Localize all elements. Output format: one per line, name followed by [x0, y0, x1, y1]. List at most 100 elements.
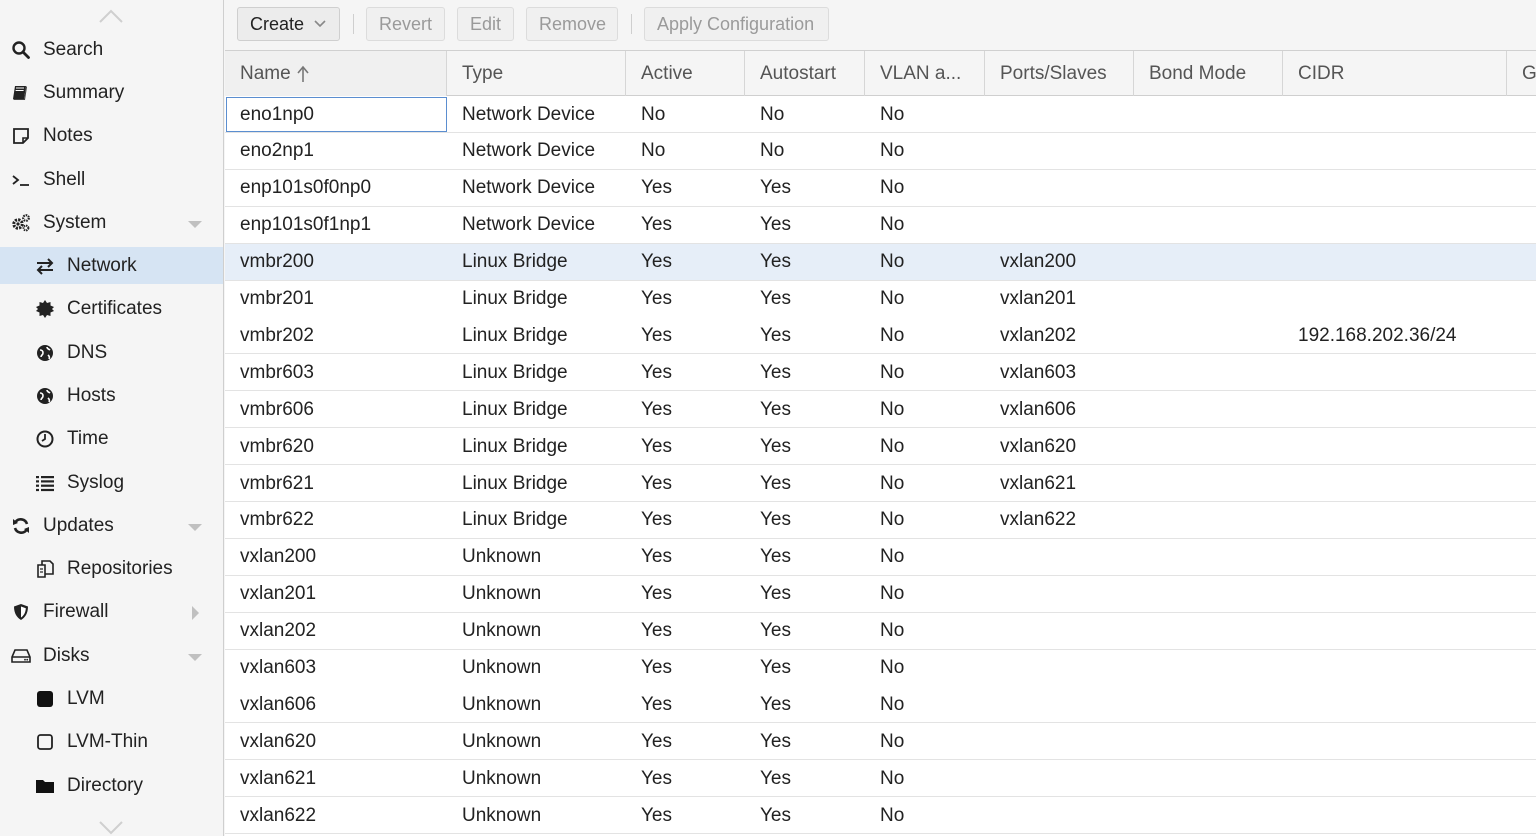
sidebar-item-repositories[interactable]: Repositories	[0, 550, 223, 587]
cell-name: vxlan620	[240, 730, 317, 752]
sidebar-item-time[interactable]: Time	[0, 420, 223, 457]
sidebar-item-label: Summary	[43, 81, 125, 103]
table-row[interactable]: vxlan202 Unknown Yes Yes No	[225, 612, 1536, 650]
cell-ports-slaves	[985, 539, 1134, 576]
note-icon	[10, 125, 32, 147]
column-header-vlan-a[interactable]: VLAN a...	[865, 51, 985, 96]
sidebar-item-label: Network	[67, 254, 137, 276]
cell-vlan-aware: No	[880, 767, 905, 789]
create-button[interactable]: Create	[237, 7, 340, 41]
sidebar-item-label: Updates	[43, 514, 114, 536]
remove-button[interactable]: Remove	[526, 7, 618, 41]
sidebar-item-notes[interactable]: Notes	[0, 117, 223, 154]
cell-bond-mode	[1134, 797, 1283, 834]
sidebar-item-syslog[interactable]: Syslog	[0, 464, 223, 501]
cell-vlan-aware: No	[880, 288, 905, 309]
cell-vlan-aware: No	[880, 583, 905, 605]
expander-down-icon[interactable]	[187, 518, 203, 532]
table-row[interactable]: enp101s0f1np1 Network Device Yes Yes No	[225, 206, 1536, 244]
table-row[interactable]: vmbr202 Linux Bridge Yes Yes No vxlan202 192.1…	[225, 317, 1536, 355]
scroll-up-icon[interactable]	[98, 6, 124, 26]
chevron-down-icon	[314, 20, 326, 28]
cell-vlan-aware: No	[880, 324, 905, 346]
column-header-name[interactable]: Name	[225, 51, 447, 96]
cell-name: eno2np1	[240, 140, 314, 162]
column-header-autostart[interactable]: Autostart	[745, 51, 865, 96]
cell-autostart: Yes	[760, 583, 791, 605]
table-row[interactable]: eno1np0 Network Device No No No	[225, 96, 1536, 133]
cell-bond-mode	[1134, 170, 1283, 207]
table-row[interactable]: vxlan603 Unknown Yes Yes No	[225, 649, 1536, 687]
cell-type: Linux Bridge	[462, 398, 568, 420]
column-header-cidr[interactable]: CIDR	[1283, 51, 1507, 96]
column-header-ports-slaves[interactable]: Ports/Slaves	[985, 51, 1134, 96]
expander-right-icon[interactable]	[187, 604, 203, 620]
scroll-down-icon[interactable]	[98, 818, 124, 836]
network-grid: Name Type Active Autostart VLAN a... Ports/Sl…	[225, 51, 1536, 836]
apply-configuration-button[interactable]: Apply Configuration	[644, 7, 829, 41]
cell-ports-slaves	[985, 96, 1134, 133]
exchange-icon	[34, 255, 56, 277]
cell-bond-mode	[1134, 281, 1283, 318]
table-row[interactable]: vmbr606 Linux Bridge Yes Yes No vxlan606	[225, 391, 1536, 429]
table-row[interactable]: vmbr620 Linux Bridge Yes Yes No vxlan620	[225, 428, 1536, 466]
cell-active: Yes	[641, 288, 672, 309]
sidebar-item-firewall[interactable]: Firewall	[0, 593, 223, 630]
column-header-g[interactable]: G	[1507, 51, 1536, 96]
table-row[interactable]: vxlan606 Unknown Yes Yes No	[225, 686, 1536, 724]
table-row[interactable]: vmbr622 Linux Bridge Yes Yes No vxlan622	[225, 501, 1536, 539]
cell-active: Yes	[641, 177, 672, 199]
cell-name: enp101s0f1np1	[240, 214, 372, 236]
toolbar-separator	[353, 14, 354, 34]
sidebar-item-hosts[interactable]: Hosts	[0, 377, 223, 414]
grid-header: Name Type Active Autostart VLAN a... Ports/Sl…	[225, 51, 1536, 96]
sidebar-item-dns[interactable]: DNS	[0, 334, 223, 371]
column-header-active[interactable]: Active	[626, 51, 745, 96]
list-icon	[34, 472, 56, 494]
sidebar-item-summary[interactable]: Summary	[0, 74, 223, 111]
sidebar-item-shell[interactable]: Shell	[0, 161, 223, 198]
table-row[interactable]: vmbr200 Linux Bridge Yes Yes No vxlan200	[225, 243, 1536, 281]
table-row[interactable]: vxlan201 Unknown Yes Yes No	[225, 575, 1536, 613]
sidebar-item-label: Firewall	[43, 600, 109, 622]
cell-autostart: Yes	[760, 398, 791, 420]
cell-name: vxlan622	[240, 804, 317, 826]
column-header-bond-mode[interactable]: Bond Mode	[1134, 51, 1283, 96]
column-header-label: G	[1522, 62, 1536, 84]
cell-active: Yes	[641, 546, 672, 568]
sidebar-item-lvm[interactable]: LVM	[0, 680, 223, 717]
cell-vlan-aware: No	[880, 730, 905, 752]
sidebar-item-disks[interactable]: Disks	[0, 637, 223, 674]
cell-autostart: Yes	[760, 620, 791, 642]
table-row[interactable]: vmbr603 Linux Bridge Yes Yes No vxlan603	[225, 354, 1536, 392]
cell-gateway	[1507, 576, 1536, 613]
sidebar-item-updates[interactable]: Updates	[0, 507, 223, 544]
sidebar-item-search[interactable]: Search	[0, 31, 223, 68]
cell-autostart: Yes	[760, 693, 791, 715]
table-row[interactable]: vxlan200 Unknown Yes Yes No	[225, 538, 1536, 576]
sidebar-item-network[interactable]: Network	[0, 247, 223, 284]
table-row[interactable]: vmbr621 Linux Bridge Yes Yes No vxlan621	[225, 465, 1536, 502]
revert-button[interactable]: Revert	[366, 7, 445, 41]
sidebar-item-system[interactable]: System	[0, 204, 223, 241]
cell-type: Unknown	[462, 657, 542, 678]
table-row[interactable]: vxlan621 Unknown Yes Yes No	[225, 760, 1536, 798]
cell-bond-mode	[1134, 502, 1283, 539]
table-row[interactable]: vmbr201 Linux Bridge Yes Yes No vxlan201	[225, 280, 1536, 318]
table-row[interactable]: vxlan620 Unknown Yes Yes No	[225, 723, 1536, 761]
column-header-type[interactable]: Type	[447, 51, 626, 96]
sidebar-item-certificates[interactable]: Certificates	[0, 290, 223, 327]
cell-active: Yes	[641, 657, 672, 678]
sidebar-item-lvm-thin[interactable]: LVM-Thin	[0, 723, 223, 760]
edit-button-label: Edit	[470, 13, 502, 34]
table-row[interactable]: enp101s0f0np0 Network Device Yes Yes No	[225, 169, 1536, 207]
cell-cidr	[1283, 465, 1507, 502]
sidebar-item-directory[interactable]: Directory	[0, 767, 223, 804]
cell-name: vmbr620	[240, 435, 314, 457]
cell-ports-slaves	[985, 723, 1134, 760]
table-row[interactable]: vxlan622 Unknown Yes Yes No	[225, 797, 1536, 835]
expander-down-icon[interactable]	[187, 648, 203, 662]
table-row[interactable]: eno2np1 Network Device No No No	[225, 132, 1536, 170]
edit-button[interactable]: Edit	[457, 7, 514, 41]
expander-down-icon[interactable]	[187, 215, 203, 229]
